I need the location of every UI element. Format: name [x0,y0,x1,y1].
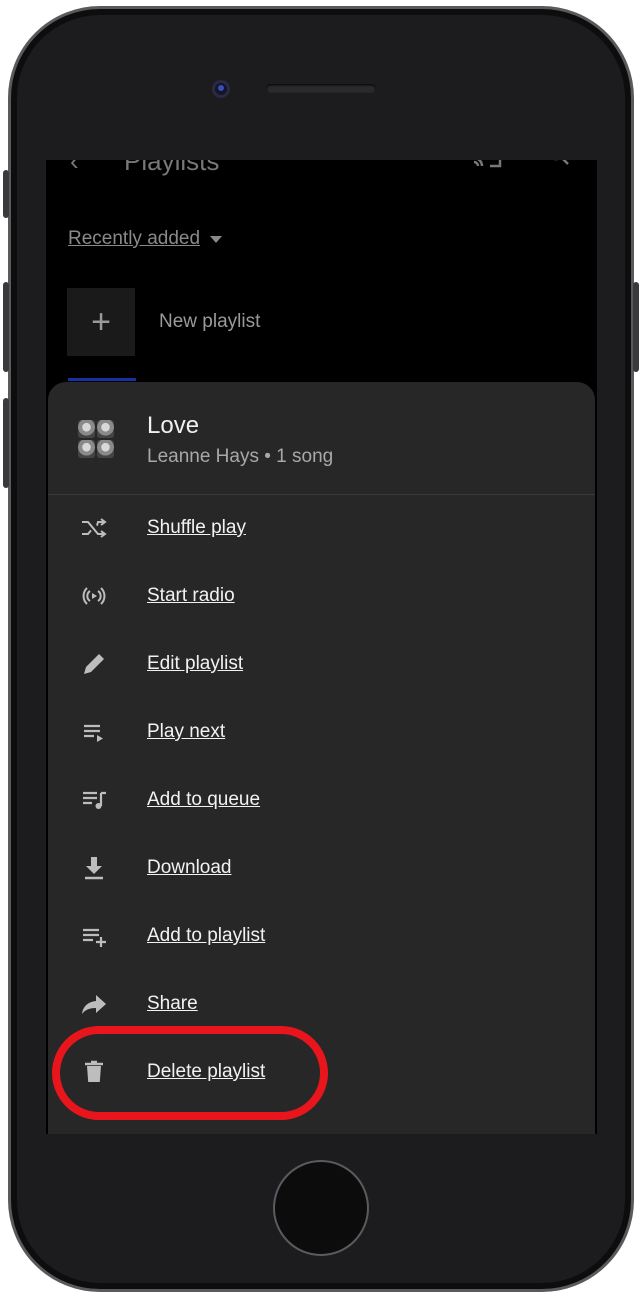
front-camera [212,80,230,98]
highlight-annotation [52,1026,328,1120]
new-playlist-label: New playlist [159,311,261,332]
menu-label: Share [147,993,198,1014]
app-header: ‹ Playlists [46,160,597,182]
volume-up-button [3,282,9,372]
sort-dropdown[interactable]: Recently added [68,226,223,252]
download-icon [78,852,110,884]
menu-label: Shuffle play [147,517,246,538]
play-next-icon [78,716,110,748]
playlist-subtitle: Leanne Hays • 1 song [147,446,334,467]
cast-icon[interactable] [472,160,502,168]
earpiece-speaker [266,84,376,93]
playlist-thumbnail-edge [68,378,136,381]
menu-item-shuffle-play[interactable]: Shuffle play [48,494,595,562]
menu-item-download[interactable]: Download [48,834,595,902]
menu-label: Edit playlist [147,653,244,674]
sort-label: Recently added [68,228,201,249]
menu-item-add-to-queue[interactable]: Add to queue [48,766,595,834]
menu-label: Download [147,857,232,878]
share-icon [78,988,110,1020]
queue-music-icon [78,784,110,816]
playlist-title: Love [147,412,200,439]
app-screen: ‹ Playlists Recently added + New playlis… [46,160,597,1134]
new-playlist-row[interactable]: + New playlist [67,288,260,356]
playlist-thumbnail [78,420,114,458]
chevron-down-icon [210,235,223,243]
pencil-icon [78,648,110,680]
radio-icon [78,580,110,612]
volume-down-button [3,398,9,488]
menu-item-start-radio[interactable]: Start radio [48,562,595,630]
home-button[interactable] [273,1160,369,1256]
menu-label: Play next [147,721,226,742]
back-arrow-icon[interactable]: ‹ [70,160,79,174]
sheet-header: Love Leanne Hays • 1 song [48,382,595,495]
playlist-add-icon [78,920,110,952]
mute-switch [3,170,9,218]
shuffle-icon [78,512,110,544]
menu-label: Add to queue [147,789,261,810]
menu-item-edit-playlist[interactable]: Edit playlist [48,630,595,698]
plus-icon: + [67,288,135,356]
power-button [633,282,639,372]
menu-label: Start radio [147,585,235,606]
menu-item-play-next[interactable]: Play next [48,698,595,766]
search-icon[interactable] [546,160,570,168]
menu-label: Add to playlist [147,925,266,946]
menu-item-add-to-playlist[interactable]: Add to playlist [48,902,595,970]
playlist-options-sheet: Love Leanne Hays • 1 song Shuffle play S… [48,382,595,1134]
page-title: Playlists [124,160,220,176]
